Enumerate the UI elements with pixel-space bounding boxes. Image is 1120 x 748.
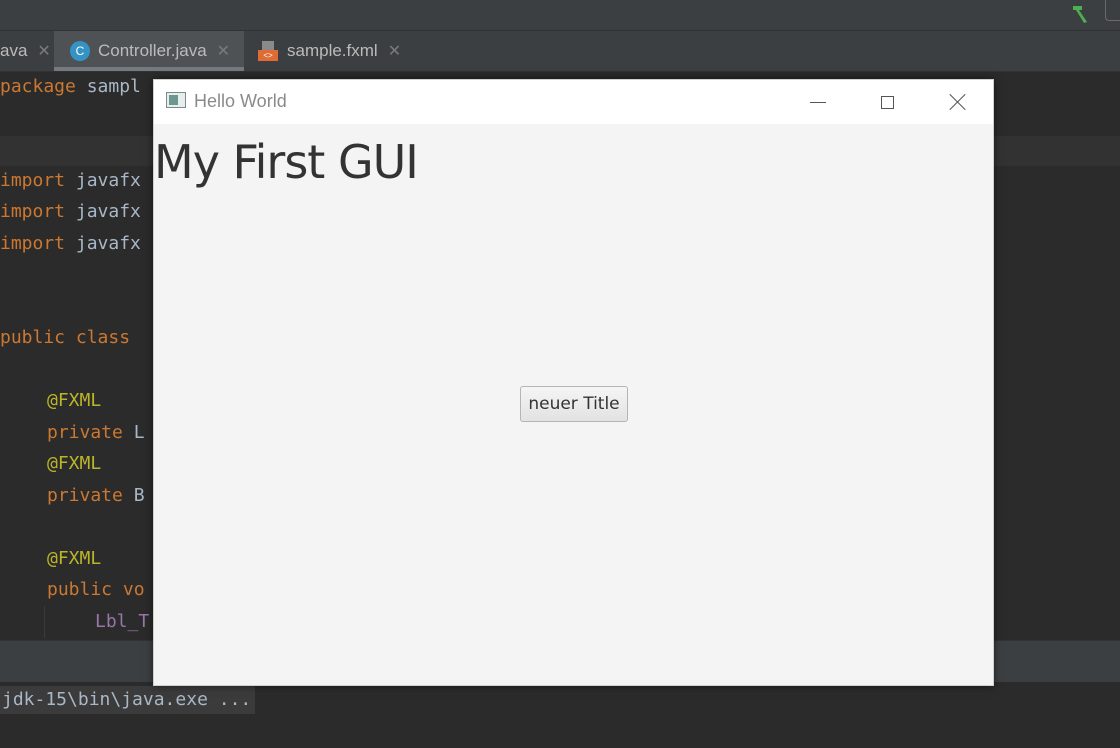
- maximize-icon: [880, 95, 894, 109]
- window-title-bar[interactable]: Hello World: [154, 80, 993, 124]
- minimize-button[interactable]: [795, 80, 841, 124]
- tab-controller-java[interactable]: C Controller.java ✕: [54, 31, 244, 71]
- window-title: Hello World: [194, 91, 287, 111]
- new-title-button[interactable]: neuer Title: [520, 386, 628, 422]
- code-line: private B: [47, 485, 145, 506]
- javafx-window: Hello World My First GUI neuer Title: [153, 79, 994, 686]
- code-line: import javafx: [0, 233, 141, 254]
- tab-java-file[interactable]: ava ✕: [0, 31, 52, 71]
- close-tab-icon[interactable]: ✕: [217, 41, 230, 61]
- maximize-button[interactable]: [864, 80, 910, 124]
- code-line: import javafx: [0, 201, 141, 222]
- run-command-text: jdk-15\bin\java.exe ...: [0, 686, 256, 714]
- close-tab-icon[interactable]: ✕: [37, 41, 50, 61]
- code-line: @FXML: [47, 548, 102, 569]
- code-line: import javafx: [0, 170, 141, 191]
- java-class-icon: C: [70, 41, 90, 61]
- tab-label: ava: [0, 41, 28, 60]
- indent-guide: [44, 606, 45, 638]
- minimize-icon: [810, 101, 826, 103]
- editor-tab-bar: ava ✕ C Controller.java ✕ <> sample.fxml…: [0, 31, 1120, 72]
- code-line: @FXML: [47, 390, 102, 411]
- tab-sample-fxml[interactable]: <> sample.fxml ✕: [258, 31, 418, 71]
- build-hammer-icon[interactable]: [1070, 2, 1092, 24]
- search-everywhere-button[interactable]: [1105, 0, 1120, 21]
- run-console[interactable]: jdk-15\bin\java.exe ...: [0, 682, 1120, 748]
- ide-toolbar: [0, 0, 1120, 31]
- app-window-icon: [166, 92, 186, 108]
- close-tab-icon[interactable]: ✕: [388, 41, 401, 61]
- code-line: public class: [0, 327, 141, 348]
- tab-label: Controller.java: [98, 41, 207, 60]
- tab-label: sample.fxml: [287, 41, 378, 60]
- fxml-file-icon: <>: [258, 41, 278, 61]
- code-line: public vo: [47, 579, 145, 600]
- gui-heading-label: My First GUI: [154, 135, 419, 189]
- code-line: Lbl_T: [95, 611, 150, 632]
- code-line: @FXML: [47, 453, 102, 474]
- close-window-button[interactable]: [935, 80, 981, 124]
- close-icon: [949, 93, 967, 111]
- code-line: private L: [47, 422, 145, 443]
- code-line: package sampl: [0, 76, 141, 97]
